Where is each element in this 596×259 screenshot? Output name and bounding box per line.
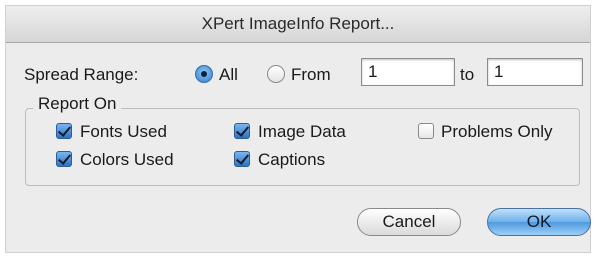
problems-only-label[interactable]: Problems Only	[441, 122, 552, 142]
colors-used-checkbox[interactable]	[56, 151, 72, 167]
report-on-group	[25, 108, 580, 186]
radio-all[interactable]	[195, 65, 213, 83]
radio-from-label[interactable]: From	[291, 65, 331, 85]
captions-checkbox[interactable]	[234, 151, 250, 167]
from-page-field[interactable]: 1	[361, 58, 455, 86]
to-page-field[interactable]: 1	[487, 58, 583, 86]
fonts-used-label[interactable]: Fonts Used	[80, 122, 167, 142]
colors-used-label[interactable]: Colors Used	[80, 150, 174, 170]
to-label: to	[460, 65, 475, 84]
captions-label[interactable]: Captions	[258, 150, 325, 170]
problems-only-checkbox[interactable]	[418, 123, 434, 139]
dialog-title: XPert ImageInfo Report...	[6, 6, 590, 43]
image-data-label[interactable]: Image Data	[258, 122, 346, 142]
fonts-used-checkbox[interactable]	[56, 123, 72, 139]
report-on-title: Report On	[33, 94, 122, 114]
radio-all-label[interactable]: All	[219, 65, 238, 85]
image-data-checkbox[interactable]	[234, 123, 250, 139]
ok-button[interactable]: OK	[487, 208, 591, 236]
radio-from[interactable]	[267, 65, 285, 83]
report-dialog: XPert ImageInfo Report... Spread Range: …	[6, 6, 591, 252]
spread-range-label: Spread Range:	[24, 65, 139, 84]
cancel-button[interactable]: Cancel	[357, 208, 461, 236]
